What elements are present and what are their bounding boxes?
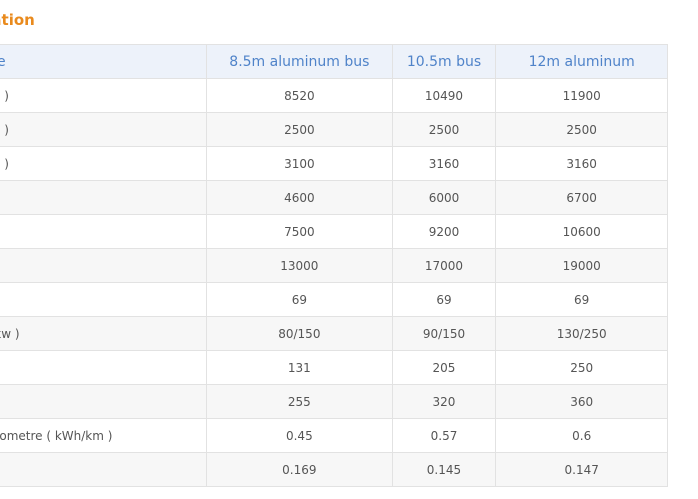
value-cell: 0.169 (206, 452, 393, 487)
table-row: r ( kw ) 80/150 90/150 130/250 (0, 316, 668, 351)
parameter-cell (0, 248, 208, 283)
parameter-cell: mm ) (0, 146, 208, 181)
value-cell: 10490 (391, 78, 497, 113)
value-cell: 131 (206, 350, 393, 385)
value-cell: 10600 (495, 214, 668, 249)
value-cell: 19000 (495, 248, 668, 283)
value-cell: 0.6 (495, 418, 668, 453)
header-12m-aluminum: 12m aluminum (495, 44, 668, 79)
table-row: r kilometre ( kWh/km ) 0.45 0.57 0.6 (0, 418, 668, 453)
value-cell: 320 (391, 384, 497, 419)
value-cell: 69 (495, 282, 668, 317)
value-cell: 250 (495, 350, 668, 385)
parameter-cell: mm ) (0, 112, 208, 147)
table-row: 255 320 360 (0, 384, 668, 419)
value-cell: 2500 (495, 112, 668, 147)
value-cell: 130/250 (495, 316, 668, 351)
value-cell: 8520 (206, 78, 393, 113)
value-cell: 0.145 (391, 452, 497, 487)
value-cell: 0.45 (206, 418, 393, 453)
table-row: n) 69 69 69 (0, 282, 668, 317)
page: ration e 8.5m aluminum bus 10.5m bus 12m… (0, 0, 698, 499)
value-cell: 17000 (391, 248, 497, 283)
table-header-row: e 8.5m aluminum bus 10.5m bus 12m alumin… (0, 44, 668, 79)
value-cell: 0.57 (391, 418, 497, 453)
parameter-cell (0, 384, 208, 419)
parameter-cell: mm ) (0, 78, 208, 113)
value-cell: 80/150 (206, 316, 393, 351)
value-cell: 69 (206, 282, 393, 317)
value-cell: 69 (391, 282, 497, 317)
parameter-cell: n) (0, 282, 208, 317)
value-cell: 255 (206, 384, 393, 419)
value-cell: 2500 (391, 112, 497, 147)
value-cell: 7500 (206, 214, 393, 249)
table-row: 7500 9200 10600 (0, 214, 668, 249)
parameter-cell: ) (0, 350, 208, 385)
parameter-cell (0, 180, 208, 215)
value-cell: 90/150 (391, 316, 497, 351)
parameter-cell (0, 214, 208, 249)
value-cell: 205 (391, 350, 497, 385)
header-10-5m-bus: 10.5m bus (391, 44, 497, 79)
value-cell: 3100 (206, 146, 393, 181)
table-row: ) 131 205 250 (0, 350, 668, 385)
value-cell: 4600 (206, 180, 393, 215)
header-parameter: e (0, 44, 208, 79)
value-cell: 9200 (391, 214, 497, 249)
value-cell: 6000 (391, 180, 497, 215)
table-row: 0.169 0.145 0.147 (0, 452, 668, 487)
table-row: 4600 6000 6700 (0, 180, 668, 215)
value-cell: 3160 (495, 146, 668, 181)
table-row: mm ) 2500 2500 2500 (0, 112, 668, 147)
value-cell: 3160 (391, 146, 497, 181)
table-row: mm ) 8520 10490 11900 (0, 78, 668, 113)
parameter-cell (0, 452, 208, 487)
value-cell: 0.147 (495, 452, 668, 487)
value-cell: 360 (495, 384, 668, 419)
header-8-5m-aluminum-bus: 8.5m aluminum bus (206, 44, 393, 79)
value-cell: 2500 (206, 112, 393, 147)
spec-table: e 8.5m aluminum bus 10.5m bus 12m alumin… (0, 44, 668, 487)
parameter-cell: r ( kw ) (0, 316, 208, 351)
value-cell: 13000 (206, 248, 393, 283)
section-title: ration (0, 11, 35, 29)
value-cell: 11900 (495, 78, 668, 113)
value-cell: 6700 (495, 180, 668, 215)
parameter-cell: r kilometre ( kWh/km ) (0, 418, 208, 453)
table-row: 13000 17000 19000 (0, 248, 668, 283)
table-row: mm ) 3100 3160 3160 (0, 146, 668, 181)
